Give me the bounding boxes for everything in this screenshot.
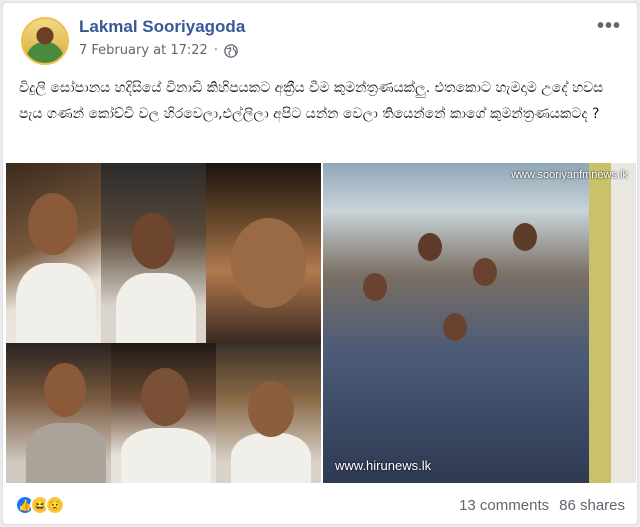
avatar[interactable] bbox=[21, 17, 69, 65]
reactions-summary[interactable]: 👍 😆 😟 bbox=[15, 495, 65, 515]
post-meta: 7 February at 17:22 · bbox=[79, 43, 238, 58]
comments-count[interactable]: 13 comments bbox=[459, 497, 549, 514]
photo-politician-5[interactable] bbox=[216, 343, 321, 483]
separator-dot: · bbox=[213, 43, 218, 58]
photo-politician-2[interactable] bbox=[206, 163, 321, 343]
more-options-button[interactable]: ••• bbox=[597, 15, 621, 38]
photo-collage[interactable]: www.sooriyanfmnews.lk www.hirunews.lk bbox=[6, 163, 636, 483]
watermark-sooriyan: www.sooriyanfmnews.lk bbox=[511, 169, 628, 181]
globe-icon[interactable] bbox=[224, 43, 238, 58]
author-name[interactable]: Lakmal Sooriyagoda bbox=[79, 17, 245, 37]
sad-icon: 😟 bbox=[45, 495, 65, 515]
photo-crowd-1[interactable] bbox=[101, 163, 206, 343]
photo-politician-3[interactable] bbox=[6, 343, 111, 483]
post-header: Lakmal Sooriyagoda 7 February at 17:22 ·… bbox=[19, 15, 625, 65]
post-card: Lakmal Sooriyagoda 7 February at 17:22 ·… bbox=[2, 2, 638, 525]
watermark-hiru: www.hirunews.lk bbox=[335, 458, 432, 473]
shares-count[interactable]: 86 shares bbox=[559, 497, 625, 514]
engagement-stats: 13 comments 86 shares bbox=[459, 497, 625, 514]
photo-politician-4[interactable] bbox=[111, 343, 216, 483]
photo-politician-1[interactable] bbox=[6, 163, 101, 343]
post-timestamp[interactable]: 7 February at 17:22 bbox=[79, 43, 208, 58]
photo-crowded-train[interactable]: www.sooriyanfmnews.lk www.hirunews.lk bbox=[323, 163, 636, 483]
post-footer: 👍 😆 😟 13 comments 86 shares bbox=[15, 491, 625, 519]
post-text: විදුලි සෝපානය හදිසියේ විනාඩි කිහිපයකට අක… bbox=[19, 80, 604, 122]
